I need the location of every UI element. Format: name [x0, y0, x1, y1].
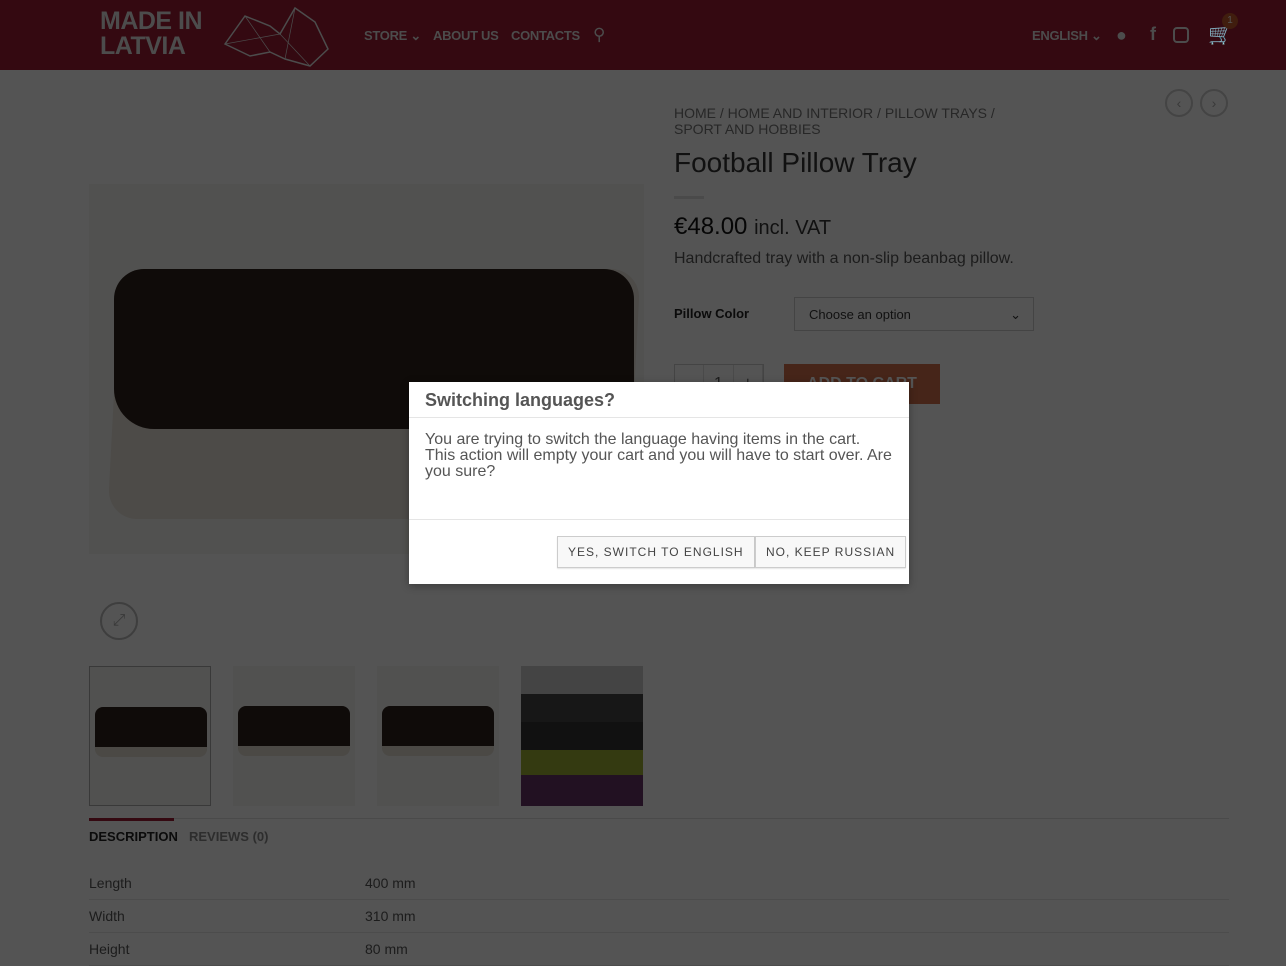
- breadcrumb: HOME / HOME AND INTERIOR / PILLOW TRAYS …: [674, 105, 995, 137]
- product-price: €48.00 incl. VAT: [674, 213, 832, 240]
- dialog-message: You are trying to switch the language ha…: [409, 418, 909, 520]
- language-switcher[interactable]: ENGLISH ⌄: [1032, 28, 1102, 44]
- thumbnail[interactable]: [89, 666, 211, 806]
- prev-product-button[interactable]: ‹: [1165, 89, 1193, 117]
- keep-language-button[interactable]: NO, KEEP RUSSIAN: [755, 536, 907, 568]
- product-title: Football Pillow Tray: [674, 147, 917, 178]
- thumbnail[interactable]: [521, 666, 643, 806]
- pillow-color-label: Pillow Color: [674, 306, 750, 321]
- thumbnail[interactable]: [233, 666, 355, 806]
- crumb-home-interior[interactable]: HOME AND INTERIOR: [728, 105, 873, 121]
- nav-about-us[interactable]: ABOUT US: [433, 28, 499, 43]
- expand-icon[interactable]: ⤢: [100, 602, 138, 640]
- user-icon[interactable]: ●: [1116, 25, 1127, 46]
- crumb-pillow-trays[interactable]: PILLOW TRAYS: [885, 105, 987, 121]
- logo-line1: MADE IN: [100, 7, 203, 35]
- cart-count-badge: 1: [1222, 13, 1238, 29]
- logo-line2: LATVIA: [100, 32, 186, 60]
- dialog-title: Switching languages?: [409, 382, 909, 418]
- confirm-switch-button[interactable]: YES, SWITCH TO ENGLISH: [557, 536, 755, 568]
- next-product-button[interactable]: ›: [1200, 89, 1228, 117]
- nav-store[interactable]: STORE ⌄: [364, 28, 421, 44]
- tab-reviews[interactable]: REVIEWS (0): [189, 829, 268, 844]
- tab-description[interactable]: DESCRIPTION: [89, 829, 178, 844]
- instagram-icon[interactable]: [1173, 27, 1189, 43]
- crumb-home[interactable]: HOME: [674, 105, 716, 121]
- thumbnail[interactable]: [377, 666, 499, 806]
- latvia-map-icon: [223, 6, 329, 67]
- search-icon[interactable]: ⚲: [593, 25, 605, 45]
- chevron-down-icon: ⌄: [1010, 307, 1021, 322]
- spec-row: Width 310 mm: [89, 900, 1229, 933]
- nav-contacts[interactable]: CONTACTS: [511, 28, 580, 43]
- facebook-icon[interactable]: f: [1150, 24, 1156, 45]
- logo[interactable]: MADE IN LATVIA: [100, 7, 203, 60]
- divider: [674, 196, 704, 199]
- crumb-sport-hobbies[interactable]: SPORT AND HOBBIES: [674, 121, 821, 137]
- spec-row: Height 80 mm: [89, 933, 1229, 966]
- pillow-color-select[interactable]: Choose an option ⌄: [794, 297, 1034, 331]
- language-switch-dialog: Switching languages? You are trying to s…: [409, 382, 909, 584]
- short-description: Handcrafted tray with a non-slip beanbag…: [674, 250, 1014, 267]
- site-header: MADE IN LATVIA STORE ⌄ ABOUT US CONTACTS …: [0, 0, 1286, 70]
- spec-row: Length 400 mm: [89, 867, 1229, 900]
- product-tabs: DESCRIPTION REVIEWS (0): [89, 818, 1229, 844]
